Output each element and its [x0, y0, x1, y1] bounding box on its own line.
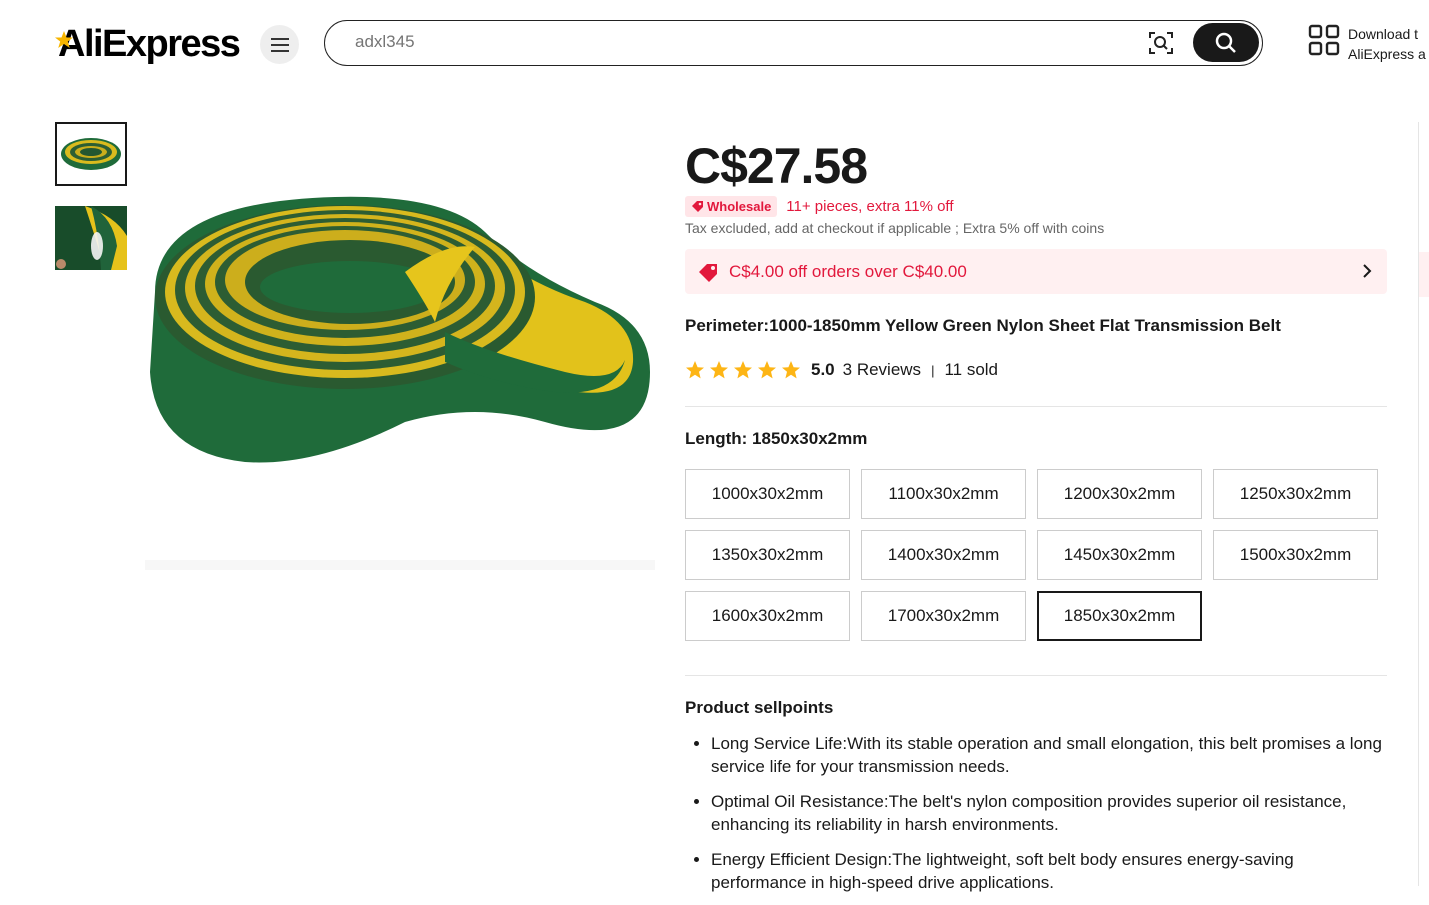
size-option[interactable]: 1450x30x2mm: [1037, 530, 1202, 580]
star-icon: [758, 361, 776, 379]
menu-button[interactable]: [260, 25, 299, 64]
sellpoint-item: Long Service Life:With its stable operat…: [711, 732, 1391, 778]
chevron-right-icon: [1363, 264, 1372, 278]
search-bar: [324, 20, 1263, 66]
wholesale-badge-label: Wholesale: [707, 199, 772, 214]
logo-star-icon: [55, 31, 73, 48]
star-icon: [686, 361, 704, 379]
size-options: 1000x30x2mm 1100x30x2mm 1200x30x2mm 1250…: [685, 469, 1378, 641]
side-panel-edge: [1418, 122, 1429, 886]
search-icon: [1215, 32, 1236, 53]
size-option[interactable]: 1350x30x2mm: [685, 530, 850, 580]
thumbnail-1[interactable]: [55, 122, 127, 186]
qr-code-icon: [1308, 24, 1340, 56]
image-search-button[interactable]: [1147, 29, 1175, 57]
aliexpress-logo[interactable]: AliExpress: [55, 22, 241, 66]
star-icon: [782, 361, 800, 379]
star-icon: [734, 361, 752, 379]
size-option[interactable]: 1250x30x2mm: [1213, 469, 1378, 519]
wholesale-badge: Wholesale: [685, 196, 778, 217]
sellpoints-title: Product sellpoints: [685, 698, 834, 717]
coupon-tag-icon: [699, 263, 717, 282]
divider: [685, 406, 1387, 407]
reviews-link[interactable]: 3 Reviews: [843, 360, 921, 380]
size-option[interactable]: 1400x30x2mm: [861, 530, 1026, 580]
download-text-line1: Download t: [1348, 26, 1419, 42]
size-option[interactable]: 1200x30x2mm: [1037, 469, 1202, 519]
sellpoint-item: Optimal Oil Resistance:The belt's nylon …: [711, 790, 1391, 836]
logo-text: AliExpress: [58, 23, 241, 65]
sellpoint-item: Energy Efficient Design:The lightweight,…: [711, 848, 1391, 894]
coupon-banner[interactable]: C$4.00 off orders over C$40.00: [685, 249, 1387, 294]
size-option[interactable]: 1600x30x2mm: [685, 591, 850, 641]
size-option[interactable]: 1100x30x2mm: [861, 469, 1026, 519]
length-label: Length: 1850x30x2mm: [685, 429, 868, 448]
sold-count: 11 sold: [944, 360, 999, 379]
tag-icon: [692, 201, 703, 212]
coupon-text: C$4.00 off orders over C$40.00: [729, 261, 967, 281]
side-panel-coupon-edge: [1419, 252, 1429, 297]
size-option[interactable]: 1700x30x2mm: [861, 591, 1026, 641]
product-price: C$27.58: [685, 138, 868, 194]
star-icon: [710, 361, 728, 379]
rating-value: 5.0: [811, 360, 835, 379]
wholesale-text: 11+ pieces, extra 11% off: [786, 198, 954, 215]
tax-note: Tax excluded, add at checkout if applica…: [685, 220, 1105, 236]
rating-separator: |: [931, 362, 935, 378]
thumbnail-2[interactable]: [55, 206, 127, 270]
download-text-line2: AliExpress a: [1348, 46, 1426, 62]
rating-stars: [685, 360, 801, 380]
camera-scan-icon: [1149, 32, 1173, 54]
sellpoints-list: Long Service Life:With its stable operat…: [711, 732, 1391, 905]
divider: [685, 675, 1387, 676]
wholesale-row: Wholesale 11+ pieces, extra 11% off: [685, 196, 954, 217]
search-button[interactable]: [1193, 23, 1259, 62]
size-option[interactable]: 1000x30x2mm: [685, 469, 850, 519]
size-option-selected[interactable]: 1850x30x2mm: [1037, 591, 1202, 641]
download-app[interactable]: Download t AliExpress a: [1308, 24, 1426, 64]
product-main-image[interactable]: [145, 122, 655, 570]
product-title: Perimeter:1000-1850mm Yellow Green Nylon…: [685, 316, 1281, 335]
size-option[interactable]: 1500x30x2mm: [1213, 530, 1378, 580]
hamburger-icon: [270, 37, 289, 52]
rating-row: 5.0 3 Reviews | 11 sold: [685, 360, 998, 380]
search-input[interactable]: [355, 32, 1115, 52]
